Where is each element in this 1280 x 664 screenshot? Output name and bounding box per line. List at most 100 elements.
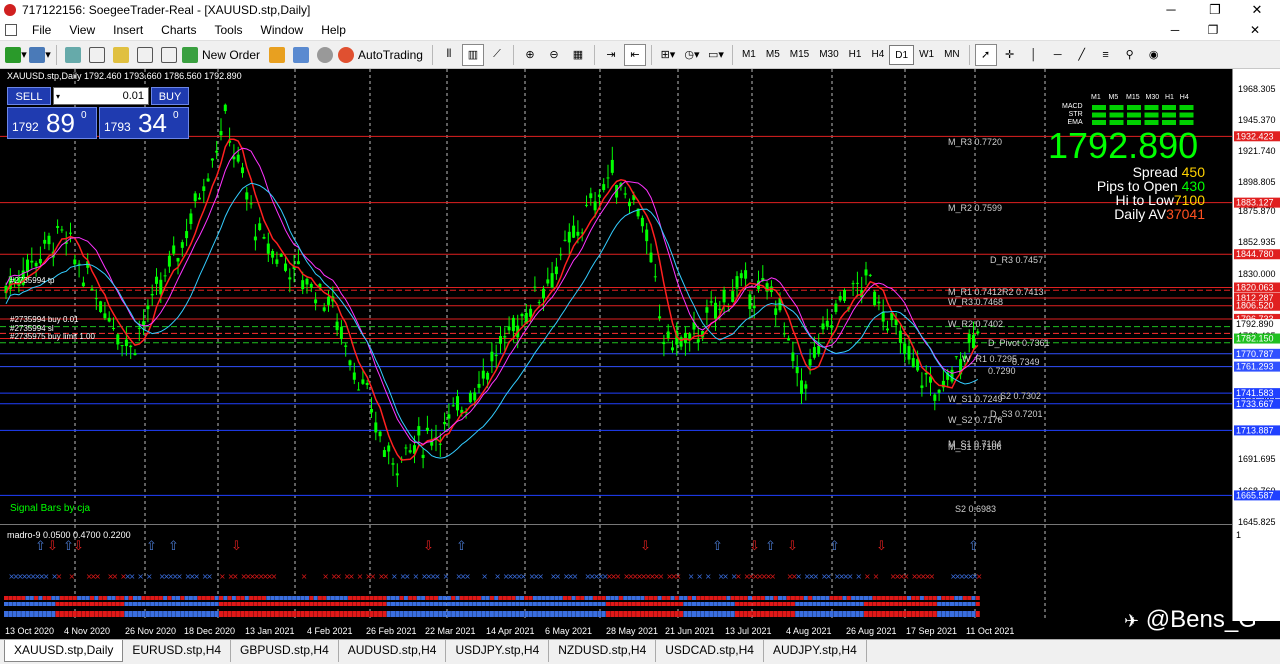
buy-price[interactable]: 1793 34 0 xyxy=(99,107,189,139)
signals-icon[interactable] xyxy=(290,44,312,66)
candle-chart-icon[interactable]: ▥ xyxy=(461,43,484,66)
tab-eurusd[interactable]: EURUSD.stp,H4 xyxy=(123,640,232,662)
bar-chart-icon[interactable]: ⫴ xyxy=(438,44,460,66)
signal-bar xyxy=(502,611,507,617)
signal-bar xyxy=(55,602,60,606)
menu-view[interactable]: View xyxy=(60,23,104,37)
trend-cell xyxy=(1179,105,1194,110)
tf-w1[interactable]: W1 xyxy=(914,45,939,65)
signal-bar xyxy=(760,611,765,617)
indicators-icon[interactable]: ⊞▾ xyxy=(657,44,679,66)
candle-body xyxy=(507,326,511,331)
candle-body xyxy=(43,239,47,244)
tab-usdcad[interactable]: USDCAD.stp,H4 xyxy=(656,640,764,662)
candle-body xyxy=(563,239,567,241)
tf-m30[interactable]: M30 xyxy=(814,45,843,65)
tf-m5[interactable]: M5 xyxy=(761,45,785,65)
sell-price[interactable]: 1792 89 0 xyxy=(7,107,97,139)
signal-bar xyxy=(382,596,387,600)
profiles-icon[interactable]: ▾ xyxy=(29,44,51,66)
market-icon[interactable] xyxy=(314,44,336,66)
signal-bar xyxy=(330,596,335,600)
market-watch-icon[interactable] xyxy=(62,44,84,66)
periods-icon[interactable]: ◷▾ xyxy=(681,44,703,66)
signal-bar xyxy=(773,611,778,617)
navigator-icon[interactable] xyxy=(110,44,132,66)
signal-bar xyxy=(855,602,860,606)
terminal-icon[interactable] xyxy=(134,44,156,66)
candle-body xyxy=(477,383,481,388)
candle-body xyxy=(99,301,103,313)
menu-help[interactable]: Help xyxy=(312,23,355,37)
signal-bar xyxy=(201,611,206,617)
signal-bar xyxy=(623,611,628,617)
horizontal-line-icon[interactable]: ─ xyxy=(1047,44,1069,66)
templates-icon[interactable]: ▭▾ xyxy=(705,44,727,66)
cursor-icon[interactable]: ➚ xyxy=(974,43,997,66)
menu-file[interactable]: File xyxy=(23,23,60,37)
community-icon[interactable]: ◉ xyxy=(1143,44,1165,66)
trendline-icon[interactable]: ╱ xyxy=(1071,44,1093,66)
tf-mn[interactable]: MN xyxy=(939,45,965,65)
tf-h4[interactable]: H4 xyxy=(866,45,889,65)
tf-m1[interactable]: M1 xyxy=(737,45,761,65)
tab-audjpy[interactable]: AUDJPY.stp,H4 xyxy=(764,640,867,662)
tab-xauusd[interactable]: XAUUSD.stp,Daily xyxy=(4,640,124,662)
price-chart[interactable]: #2735994 tp #2735994 buy 0.01 #2735994 sl #… xyxy=(0,69,1280,639)
new-order-button[interactable]: New Order xyxy=(182,44,264,66)
candle-body xyxy=(421,454,425,459)
signal-cross: × xyxy=(146,572,153,581)
tf-m15[interactable]: M15 xyxy=(785,45,814,65)
buy-button[interactable]: BUY xyxy=(151,87,189,105)
line-chart-icon[interactable]: ⟋ xyxy=(486,44,508,66)
mdi-restore-button[interactable]: ❐ xyxy=(1198,20,1228,41)
autotrading-button[interactable]: AutoTrading xyxy=(338,44,427,66)
signal-bar xyxy=(709,611,714,617)
fibonacci-icon[interactable]: ≡ xyxy=(1095,44,1117,66)
tester-icon[interactable] xyxy=(158,44,180,66)
menu-tools[interactable]: Tools xyxy=(206,23,252,37)
metaeditor-icon[interactable] xyxy=(266,44,288,66)
signal-bar xyxy=(421,611,426,617)
tile-windows-icon[interactable]: ▦ xyxy=(567,44,589,66)
tf-d1[interactable]: D1 xyxy=(889,44,915,65)
tab-gbpusd[interactable]: GBPUSD.stp,H4 xyxy=(231,640,339,662)
sell-button[interactable]: SELL xyxy=(7,87,51,105)
lot-stepper-icon[interactable]: ▾ xyxy=(56,89,60,105)
zoom-out-icon[interactable]: ⊖ xyxy=(543,44,565,66)
search-icon[interactable]: ⚲ xyxy=(1119,44,1141,66)
minimize-button[interactable]: ─ xyxy=(1148,0,1194,20)
signal-bar xyxy=(38,602,43,606)
signal-bar xyxy=(937,611,942,617)
tf-h1[interactable]: H1 xyxy=(844,45,867,65)
new-chart-icon[interactable]: ▾ xyxy=(5,44,27,66)
signal-bar xyxy=(429,596,434,600)
lot-size-input[interactable]: ▾ 0.01 xyxy=(53,87,149,105)
close-button[interactable]: ✕ xyxy=(1234,0,1280,20)
signal-bar xyxy=(700,602,705,606)
menu-charts[interactable]: Charts xyxy=(152,23,205,37)
menu-window[interactable]: Window xyxy=(252,23,313,37)
mdi-close-button[interactable]: ✕ xyxy=(1240,20,1270,41)
mdi-minimize-button[interactable]: ─ xyxy=(1160,20,1190,41)
chart-shift-icon[interactable]: ⇤ xyxy=(623,43,646,66)
tab-audusd[interactable]: AUDUSD.stp,H4 xyxy=(339,640,447,662)
candle-body xyxy=(305,278,309,285)
signal-bar xyxy=(653,596,658,600)
chart-window-icon[interactable] xyxy=(5,24,17,36)
tab-usdjpy[interactable]: USDJPY.stp,H4 xyxy=(446,640,550,662)
autoscroll-icon[interactable]: ⇥ xyxy=(600,44,622,66)
data-window-icon[interactable] xyxy=(86,44,108,66)
signal-bar xyxy=(158,611,163,617)
one-click-trading-panel: SELL ▾ 0.01 BUY 1792 89 0 1793 34 0 xyxy=(7,87,189,139)
tab-nzdusd[interactable]: NZDUSD.stp,H4 xyxy=(549,640,657,662)
maximize-button[interactable]: ❐ xyxy=(1192,0,1238,20)
candle-body xyxy=(739,273,743,279)
price-tag-label: 1733.667 xyxy=(1236,399,1274,409)
zoom-in-icon[interactable]: ⊕ xyxy=(519,44,541,66)
signal-bar xyxy=(782,611,787,617)
signal-bar xyxy=(309,596,314,600)
crosshair-icon[interactable]: ✛ xyxy=(999,44,1021,66)
vertical-line-icon[interactable]: │ xyxy=(1023,44,1045,66)
menu-insert[interactable]: Insert xyxy=(104,23,152,37)
